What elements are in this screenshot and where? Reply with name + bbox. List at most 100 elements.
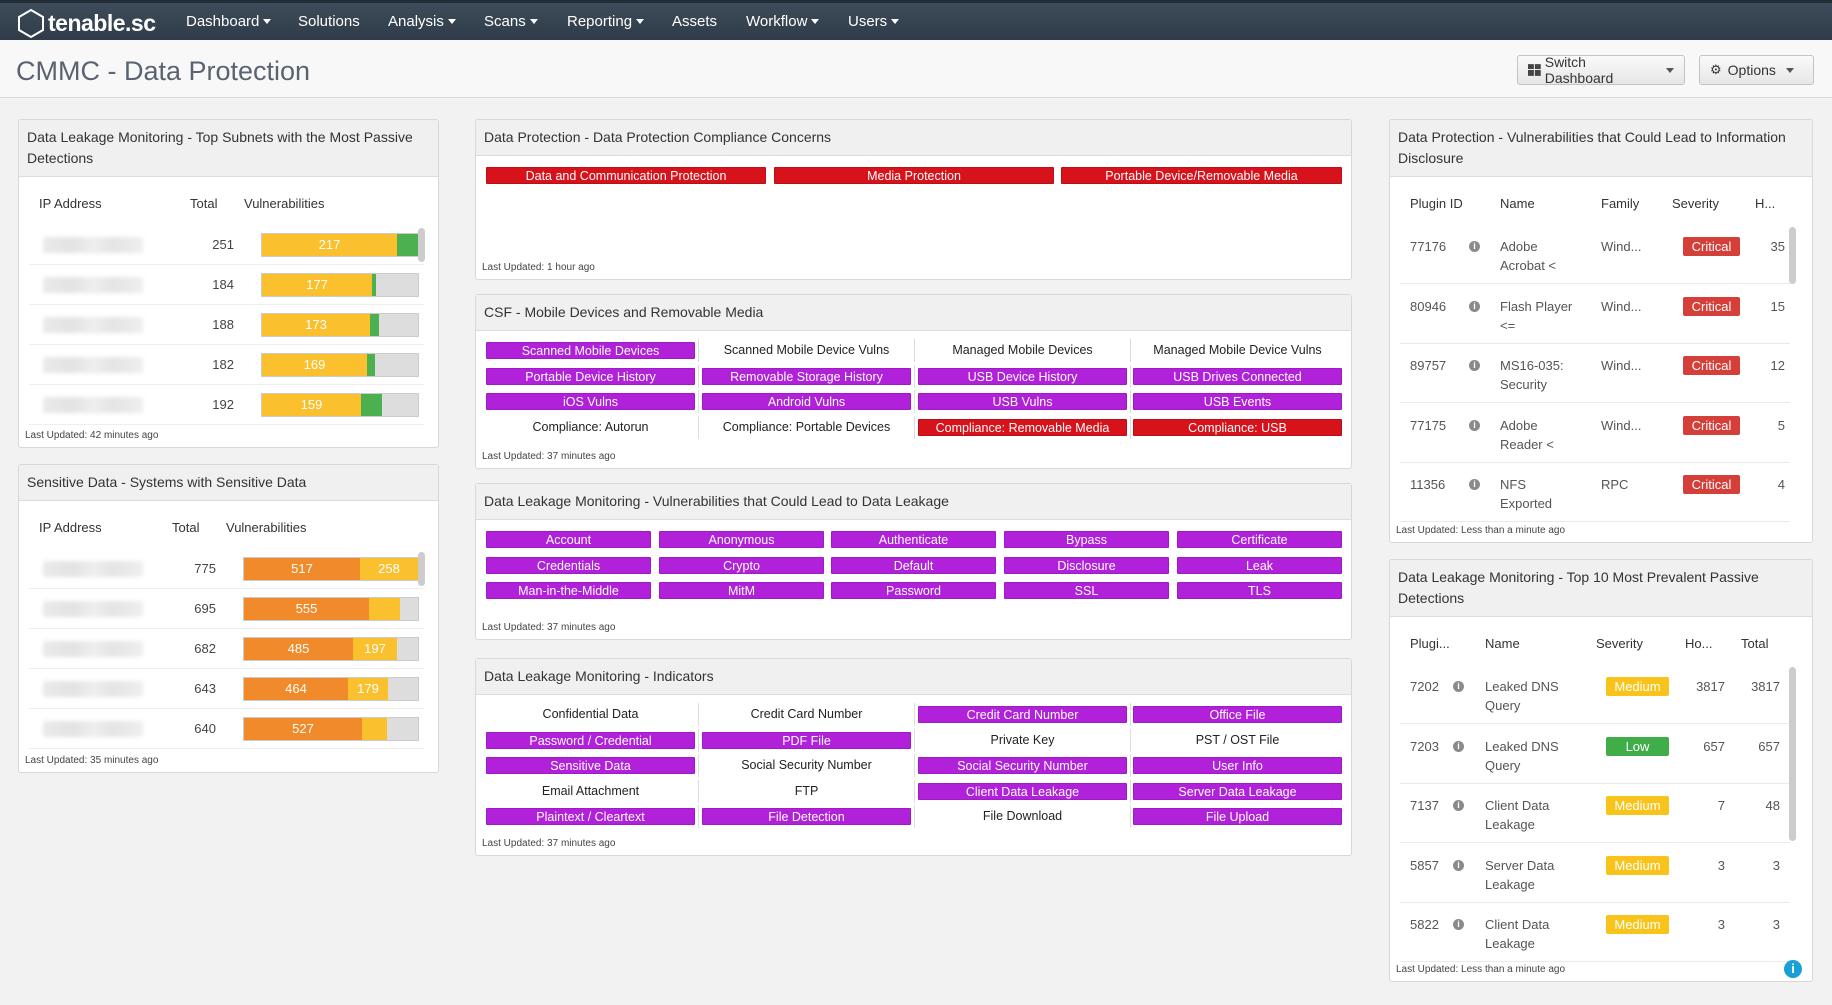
grid-item[interactable]: PDF File — [702, 731, 911, 749]
compliance-item[interactable]: Data and Communication Protection — [486, 167, 766, 184]
info-icon[interactable]: i — [1469, 419, 1480, 431]
compliance-item[interactable]: Media Protection — [774, 167, 1054, 184]
keyword-item[interactable]: MitM — [659, 582, 824, 599]
nav-analysis[interactable]: Analysis — [388, 3, 456, 40]
col-family[interactable]: Family — [1601, 196, 1639, 211]
info-icon[interactable]: i — [1784, 960, 1802, 978]
info-icon[interactable]: i — [1469, 300, 1480, 312]
vulnerability-bar[interactable]: 527 — [243, 717, 419, 741]
keyword-item[interactable]: TLS — [1177, 582, 1342, 599]
keyword-item[interactable]: Anonymous — [659, 531, 824, 548]
col-severity[interactable]: Severity — [1596, 636, 1643, 651]
grid-item[interactable]: Compliance: Portable Devices — [702, 418, 911, 436]
info-icon[interactable]: i — [1469, 360, 1480, 371]
scrollbar[interactable] — [418, 552, 425, 586]
grid-item[interactable]: Password / Credential — [486, 731, 695, 749]
nav-users[interactable]: Users — [848, 3, 900, 40]
info-icon[interactable]: i — [1469, 241, 1480, 252]
col-hosts[interactable]: Ho... — [1685, 636, 1712, 651]
col-severity[interactable]: Severity — [1672, 196, 1719, 211]
col-plugin-id[interactable]: Plugi... — [1410, 636, 1450, 651]
vulnerability-bar[interactable]: 555 — [243, 597, 419, 621]
compliance-item[interactable]: Portable Device/Removable Media — [1061, 167, 1342, 184]
grid-item[interactable]: User Info — [1133, 757, 1342, 774]
grid-item[interactable]: File Download — [918, 808, 1127, 825]
vulnerability-bar[interactable]: 217 — [261, 233, 419, 257]
col-total[interactable]: Total — [1741, 636, 1768, 651]
table-row[interactable]: 5857 i Server Data Leakage Medium 3 3 — [1400, 844, 1790, 903]
table-row[interactable]: 695 555 — [29, 589, 424, 629]
keyword-item[interactable]: Authenticate — [831, 531, 996, 548]
vulnerability-bar[interactable]: 177 — [261, 273, 419, 297]
grid-item[interactable]: File Upload — [1133, 808, 1342, 825]
grid-item[interactable]: Android Vulns — [702, 393, 911, 410]
col-vulnerabilities[interactable]: Vulnerabilities — [226, 520, 306, 535]
vulnerability-bar[interactable]: 485 197 — [243, 637, 419, 661]
vulnerability-bar[interactable]: 173 — [261, 313, 419, 337]
table-row[interactable]: 182 169 — [29, 345, 424, 385]
info-icon[interactable]: i — [1453, 859, 1464, 871]
grid-item[interactable]: Confidential Data — [486, 706, 695, 723]
grid-item[interactable]: USB Device History — [918, 367, 1127, 385]
table-row[interactable]: 7203 i Leaked DNS Query Low 657 657 — [1400, 725, 1790, 784]
vulnerability-bar[interactable]: 517 258 — [243, 557, 419, 581]
scrollbar[interactable] — [1789, 227, 1796, 284]
tenable-logo[interactable]: tenable.sc — [16, 6, 156, 40]
col-ip-address[interactable]: IP Address — [39, 520, 102, 535]
nav-dashboard[interactable]: Dashboard — [186, 3, 272, 40]
table-row[interactable]: 77175 i Adobe Reader < Wind... Critical 5 — [1400, 404, 1790, 463]
keyword-item[interactable]: Default — [831, 556, 996, 574]
grid-item[interactable]: Compliance: USB — [1133, 418, 1342, 436]
table-row[interactable]: 184 177 — [29, 265, 424, 305]
col-total[interactable]: Total — [190, 196, 217, 211]
vulnerability-bar[interactable]: 169 — [261, 353, 419, 377]
info-icon[interactable]: i — [1453, 919, 1464, 930]
grid-item[interactable]: USB Events — [1133, 393, 1342, 410]
vulnerability-bar[interactable]: 464 179 — [243, 677, 419, 701]
table-row[interactable]: 7202 i Leaked DNS Query Medium 3817 3817 — [1400, 665, 1790, 724]
grid-item[interactable]: Compliance: Autorun — [486, 418, 695, 436]
grid-item[interactable]: Email Attachment — [486, 782, 695, 800]
grid-item[interactable]: FTP — [702, 782, 911, 800]
grid-item[interactable]: Private Key — [918, 731, 1127, 749]
grid-item[interactable]: Office File — [1133, 706, 1342, 723]
nav-reporting[interactable]: Reporting — [567, 3, 645, 40]
grid-item[interactable]: Managed Mobile Device Vulns — [1133, 342, 1342, 359]
vulnerability-bar[interactable]: 159 — [261, 393, 419, 417]
grid-item[interactable]: Compliance: Removable Media — [918, 418, 1127, 436]
table-row[interactable]: 643 464 179 — [29, 669, 424, 709]
grid-item[interactable]: File Detection — [702, 808, 911, 825]
nav-assets[interactable]: Assets — [672, 3, 717, 40]
col-ip-address[interactable]: IP Address — [39, 196, 102, 211]
table-row[interactable]: 77176 i Adobe Acrobat < Wind... Critical 35 — [1400, 225, 1790, 284]
options-button[interactable]: ⚙ Options — [1699, 55, 1814, 85]
grid-item[interactable]: Scanned Mobile Device Vulns — [702, 342, 911, 359]
grid-item[interactable]: Plaintext / Cleartext — [486, 808, 695, 825]
table-row[interactable]: 251 217 — [29, 225, 424, 265]
table-row[interactable]: 5822 i Client Data Leakage Medium 3 3 — [1400, 903, 1790, 962]
scrollbar[interactable] — [1789, 667, 1796, 841]
grid-item[interactable]: Credit Card Number — [702, 706, 911, 723]
grid-item[interactable]: Server Data Leakage — [1133, 782, 1342, 800]
nav-scans[interactable]: Scans — [484, 3, 538, 40]
keyword-item[interactable]: Man-in-the-Middle — [486, 582, 651, 599]
info-icon[interactable]: i — [1469, 479, 1480, 490]
col-total[interactable]: Total — [172, 520, 199, 535]
keyword-item[interactable]: SSL — [1004, 582, 1169, 599]
grid-item[interactable]: USB Vulns — [918, 393, 1127, 410]
keyword-item[interactable]: Leak — [1177, 556, 1342, 574]
grid-item[interactable]: Credit Card Number — [918, 706, 1127, 723]
keyword-item[interactable]: Certificate — [1177, 531, 1342, 548]
grid-item[interactable]: Scanned Mobile Devices — [486, 342, 695, 359]
keyword-item[interactable]: Credentials — [486, 556, 651, 574]
col-plugin-id[interactable]: Plugin ID — [1410, 196, 1463, 211]
grid-item[interactable]: Client Data Leakage — [918, 782, 1127, 800]
table-row[interactable]: 192 159 — [29, 385, 424, 425]
keyword-item[interactable]: Disclosure — [1004, 556, 1169, 574]
table-row[interactable]: 682 485 197 — [29, 629, 424, 669]
table-row[interactable]: 89757 i MS16-035: Security Wind... Critical 1… — [1400, 344, 1790, 403]
scrollbar[interactable] — [418, 228, 425, 262]
table-row[interactable]: 7137 i Client Data Leakage Medium 7 48 — [1400, 784, 1790, 843]
col-hosts[interactable]: H... — [1755, 196, 1775, 211]
col-vulnerabilities[interactable]: Vulnerabilities — [244, 196, 324, 211]
